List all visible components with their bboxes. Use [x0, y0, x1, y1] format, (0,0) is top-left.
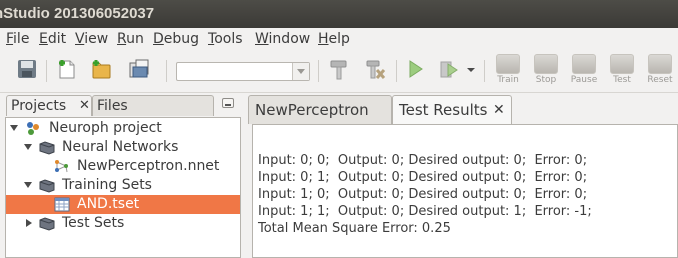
output-line: Input: 0; 1; Output: 0; Desired output: … — [258, 170, 588, 185]
tree-item-training-sets[interactable]: Training Sets — [6, 176, 240, 195]
expand-arrow-icon[interactable] — [24, 144, 32, 150]
config-combo[interactable] — [176, 62, 310, 81]
output-line: Input: 0; 0; Output: 0; Desired output: … — [258, 153, 588, 168]
tab-test-results[interactable]: Test Results ✕ — [392, 95, 512, 124]
menu-run[interactable]: Run — [117, 31, 144, 47]
open-project-icon[interactable] — [128, 58, 150, 80]
folder-icon — [39, 141, 55, 155]
run-icon[interactable] — [404, 58, 426, 80]
editor-area: NewPerceptron Test Results ✕ Input: 0; 0… — [247, 93, 678, 258]
tab-projects[interactable]: Projects ✕ — [6, 95, 92, 116]
chevron-down-icon[interactable] — [466, 58, 476, 80]
reset-button[interactable]: Reset — [645, 54, 675, 88]
toolbar-separator — [396, 60, 397, 82]
output-line: Input: 1; 1; Output: 0; Desired output: … — [258, 204, 592, 219]
project-tree: Neuroph project Neural Networks NewPerce… — [5, 117, 241, 258]
stop-icon — [534, 54, 558, 74]
folder-icon — [39, 217, 55, 231]
folder-icon — [39, 179, 55, 193]
menu-tools[interactable]: Tools — [208, 31, 243, 47]
network-file-icon — [55, 160, 68, 173]
toolbar-separator — [46, 60, 47, 82]
menu-debug[interactable]: Debug — [153, 31, 199, 47]
new-file-icon[interactable] — [56, 58, 78, 80]
tab-files[interactable]: Files — [92, 95, 214, 116]
minimize-panel-icon[interactable] — [222, 98, 234, 108]
test-button[interactable]: Test — [607, 54, 637, 88]
tab-newperceptron-label: NewPerceptron — [255, 101, 369, 119]
menu-bar: File Edit View Run Debug Tools Window He… — [0, 28, 678, 50]
tab-files-label: Files — [97, 98, 128, 114]
pause-button[interactable]: Pause — [569, 54, 599, 88]
build-hammer-icon[interactable] — [328, 58, 350, 80]
new-project-icon[interactable] — [90, 58, 112, 80]
toolbar-separator — [484, 60, 485, 82]
menu-window[interactable]: Window — [255, 31, 310, 47]
collapse-arrow-icon[interactable] — [26, 219, 32, 227]
save-all-icon[interactable] — [16, 58, 38, 80]
tab-test-results-label: Test Results — [399, 101, 488, 119]
menu-edit[interactable]: Edit — [39, 31, 66, 47]
expand-arrow-icon[interactable] — [24, 182, 32, 188]
reset-icon — [648, 54, 672, 74]
expand-arrow-icon[interactable] — [10, 125, 18, 131]
menu-view[interactable]: View — [75, 31, 108, 47]
test-results-output[interactable]: Input: 0; 0; Output: 0; Desired output: … — [252, 124, 678, 258]
tree-item-and-tset[interactable]: AND.tset — [6, 195, 240, 214]
window-titlebar: nStudio 201306052037 — [0, 0, 678, 28]
tree-item-neural-networks[interactable]: Neural Networks — [6, 138, 240, 157]
output-line: Input: 1; 0; Output: 0; Desired output: … — [258, 187, 588, 202]
toolbar-separator — [318, 60, 319, 82]
tree-item-neuroph-project[interactable]: Neuroph project — [6, 119, 240, 138]
close-icon[interactable]: ✕ — [493, 96, 505, 124]
tab-projects-label: Projects — [11, 98, 67, 114]
toolbar: Train Stop Pause Test Reset — [0, 50, 678, 93]
pause-icon — [572, 54, 596, 74]
projects-panel: Projects ✕ Files Neuroph project Neural … — [0, 93, 242, 258]
train-icon — [496, 54, 520, 74]
train-button[interactable]: Train — [493, 54, 523, 88]
toolbar-separator — [166, 60, 167, 82]
project-icon — [27, 122, 39, 135]
test-icon — [610, 54, 634, 74]
menu-file[interactable]: File — [6, 31, 29, 47]
tab-newperceptron[interactable]: NewPerceptron — [248, 95, 392, 124]
training-set-icon — [54, 197, 70, 212]
stop-button[interactable]: Stop — [531, 54, 561, 88]
clean-build-icon[interactable] — [364, 58, 386, 80]
output-total-error: Total Mean Square Error: 0.25 — [258, 221, 451, 236]
chevron-down-icon[interactable] — [292, 63, 309, 80]
tree-item-test-sets[interactable]: Test Sets — [6, 214, 240, 233]
close-icon[interactable]: ✕ — [79, 96, 90, 116]
debug-icon[interactable] — [438, 58, 460, 80]
tree-item-newperceptron-nnet[interactable]: NewPerceptron.nnet — [6, 157, 240, 176]
menu-help[interactable]: Help — [318, 31, 350, 47]
window-title: nStudio 201306052037 — [0, 5, 155, 22]
